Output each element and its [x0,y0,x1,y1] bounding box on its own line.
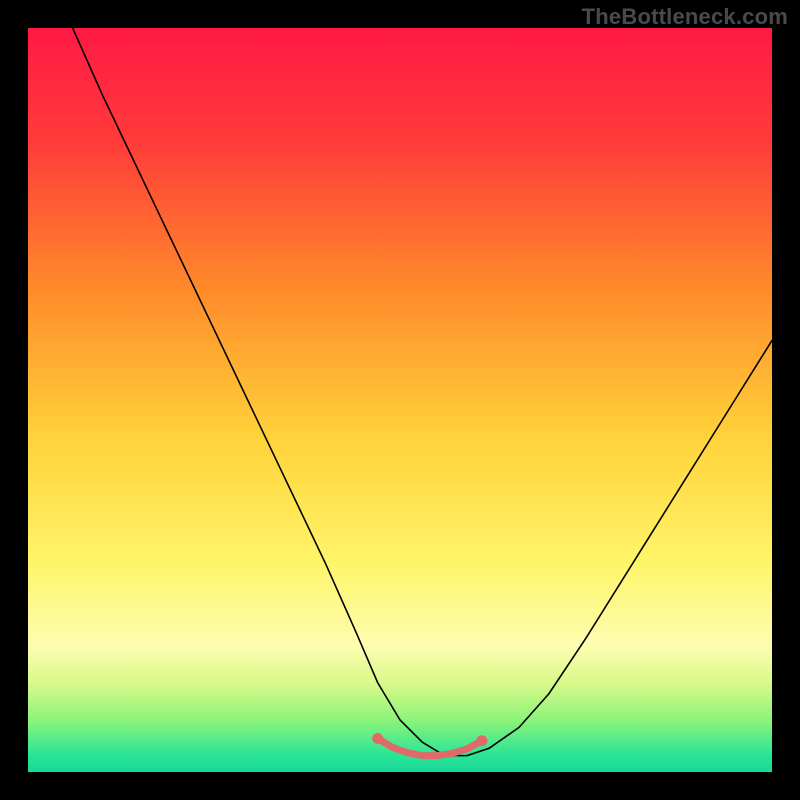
highlight-dot [372,733,383,744]
highlight-dot [476,735,487,746]
watermark-label: TheBottleneck.com [582,4,788,30]
chart-root: TheBottleneck.com [0,0,800,800]
chart-background [28,28,772,772]
bottleneck-chart [0,0,800,800]
